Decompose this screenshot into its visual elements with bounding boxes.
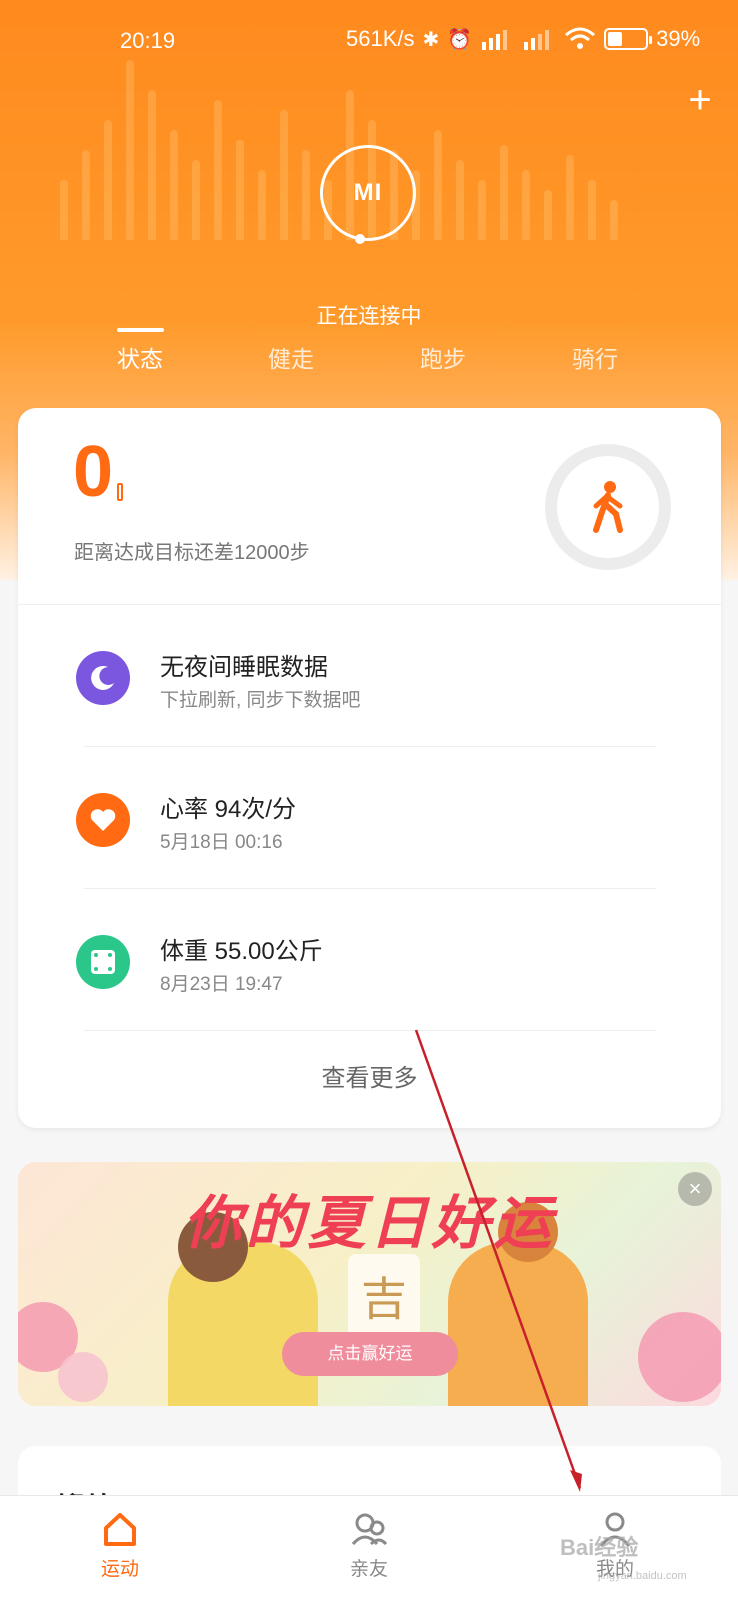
steps-progress-ring[interactable]: [545, 444, 671, 570]
steps-value: 0: [73, 432, 114, 512]
heart-rate-title: 心率 94次/分: [160, 796, 297, 823]
alarm-icon: ⏰: [447, 28, 473, 51]
battery-icon: [604, 28, 653, 50]
status-time: 20:19: [120, 28, 176, 53]
activity-tabs: 状态 健走 跑步 骑行: [0, 320, 738, 380]
flower-decor: [638, 1312, 721, 1402]
friends-icon: [351, 1513, 388, 1546]
bluetooth-icon: ✱: [422, 28, 440, 51]
weight-sub: 8月23日 19:47: [160, 974, 283, 995]
promo-banner[interactable]: 你的夏日好运 吉 点击赢好运 ×: [18, 1162, 721, 1406]
device-status-ring[interactable]: MI: [320, 145, 416, 244]
ring-dot: [355, 234, 365, 244]
nav-exercise[interactable]: 运动: [60, 1510, 180, 1581]
watermark-brand: Bai经验: [560, 1535, 639, 1560]
mi-logo: MI: [353, 179, 383, 206]
weight-row[interactable]: 体重 55.00公斤 8月23日 19:47: [18, 889, 721, 1031]
home-icon: [104, 1513, 136, 1546]
signal-icon: [482, 30, 508, 50]
tab-run[interactable]: 跑步: [420, 340, 466, 374]
nav-friends[interactable]: 亲友: [309, 1510, 429, 1581]
signal-icon: [524, 30, 550, 50]
sleep-row[interactable]: z 无夜间睡眠数据 下拉刷新, 同步下数据吧: [18, 605, 721, 747]
tab-status[interactable]: 状态: [117, 340, 163, 374]
banner-cta-button[interactable]: 点击赢好运: [282, 1332, 458, 1376]
flower-decor: [58, 1352, 108, 1402]
tab-walk[interactable]: 健走: [268, 340, 314, 374]
weight-title: 体重 55.00公斤: [160, 938, 323, 965]
banner-title: 你的夏日好运: [183, 1191, 556, 1256]
sleep-sub: 下拉刷新, 同步下数据吧: [160, 690, 361, 711]
heart-rate-sub: 5月18日 00:16: [160, 832, 283, 853]
add-device-button[interactable]: +: [680, 80, 720, 120]
see-more-button[interactable]: 查看更多: [18, 1058, 721, 1093]
sleep-title: 无夜间睡眠数据: [160, 654, 328, 681]
svg-text:z: z: [104, 670, 109, 680]
network-speed: 561K/s: [346, 26, 415, 51]
steps-goal-text: 距离达成目标还差12000步: [74, 542, 310, 564]
scale-icon: [76, 935, 130, 989]
heart-icon: [76, 793, 130, 847]
watermark-url: jingyan.baidu.com: [598, 1570, 687, 1582]
heart-rate-row[interactable]: 心率 94次/分 5月18日 00:16: [18, 747, 721, 889]
status-indicators: 561K/s ✱ ⏰ 39%: [346, 26, 700, 52]
nav-friends-label: 亲友: [349, 1559, 388, 1580]
nav-exercise-label: 运动: [100, 1559, 139, 1580]
walking-icon: [593, 481, 623, 533]
steps-unit-icon: [117, 483, 123, 501]
status-card: 0 距离达成目标还差12000步 z 无夜间睡眠数据 下拉刷新, 同步下数据吧 …: [18, 408, 721, 1128]
illustration-person: [448, 1242, 588, 1406]
moon-icon: z: [76, 651, 130, 705]
row-divider: [84, 1030, 656, 1031]
wifi-icon: [565, 27, 596, 49]
status-bar: 20:19 561K/s ✱ ⏰ 39%: [0, 0, 738, 80]
battery-percent: 39%: [656, 26, 701, 51]
close-icon[interactable]: ×: [678, 1172, 712, 1206]
tab-cycle[interactable]: 骑行: [572, 340, 618, 374]
